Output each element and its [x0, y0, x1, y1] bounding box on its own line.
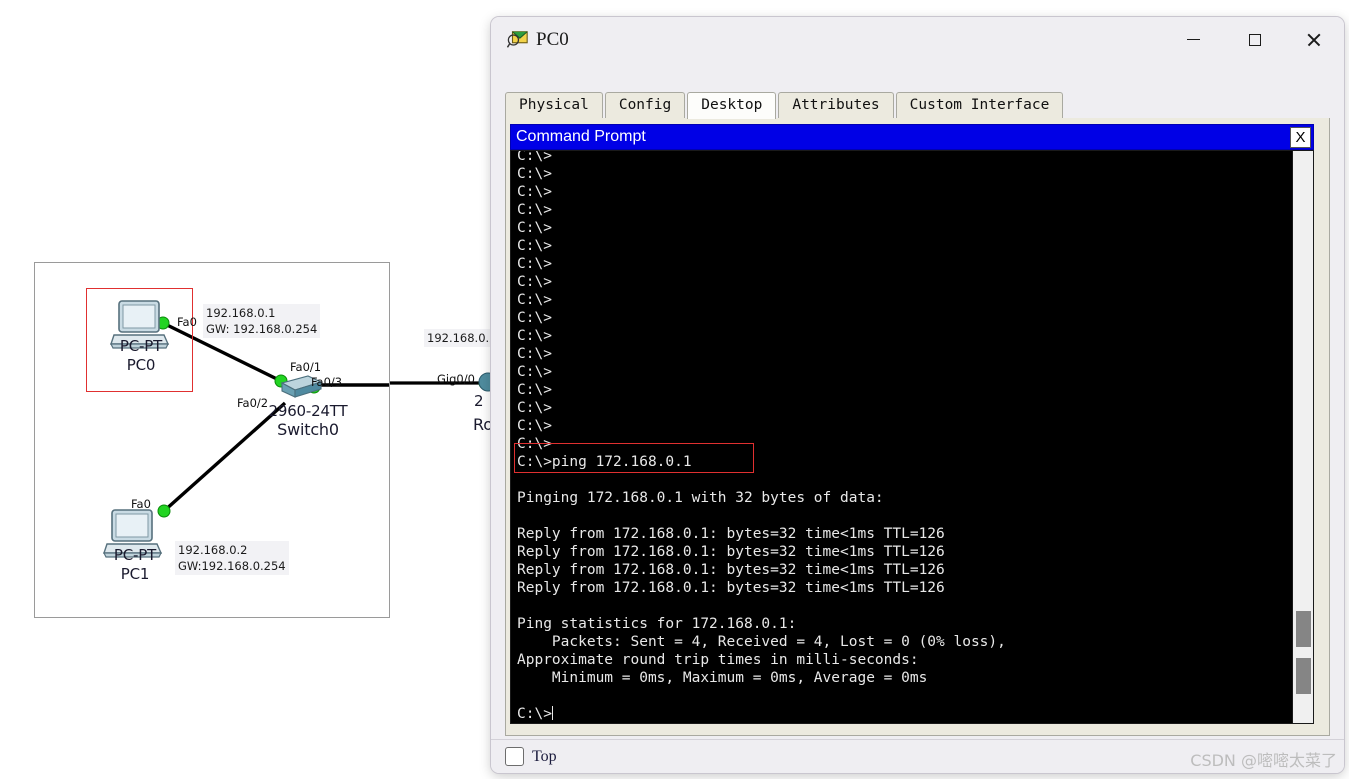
terminal-line: Reply from 172.168.0.1: bytes=32 time<1m… — [517, 562, 945, 578]
minimize-icon — [1186, 38, 1200, 41]
terminal-area[interactable]: C:\> C:\> C:\> C:\> C:\> C:\> C:\> C:\> C:\> C:\>… — [510, 150, 1314, 724]
tab-physical[interactable]: Physical — [505, 92, 603, 118]
terminal-output: C:\> C:\> C:\> C:\> C:\> C:\> C:\> C:\> C:\> C:\>… — [517, 150, 1287, 723]
tab-config[interactable]: Config — [604, 92, 686, 118]
terminal-line: C:\> — [517, 184, 552, 200]
terminal-line: C:\> — [517, 436, 552, 452]
terminal-line: C:\> — [517, 292, 552, 308]
tab-custom-interface-label: Custom Interface — [909, 97, 1050, 113]
minimize-button[interactable] — [1170, 17, 1216, 62]
tab-config-label: Config — [618, 97, 672, 113]
terminal-line: C:\> — [517, 364, 552, 380]
switch0-port-fa03-label: Fa0/3 — [311, 375, 343, 389]
terminal-line: C:\> — [517, 238, 552, 254]
terminal-line: Minimum = 0ms, Maximum = 0ms, Average = … — [517, 670, 928, 686]
topology-frame[interactable]: Fa0 PC-PT PC0 192.168.0.1 GW: 192.168.0.… — [34, 262, 390, 618]
scrollbar-thumb-lower[interactable] — [1296, 658, 1311, 694]
scrollbar-thumb-upper[interactable] — [1296, 611, 1311, 647]
terminal-caret — [551, 706, 553, 720]
close-button[interactable] — [1290, 17, 1336, 62]
terminal-line: C:\> — [517, 220, 552, 236]
terminal-line: C:\> — [517, 400, 552, 416]
csdn-watermark: CSDN @嘧嘧太菜了 — [1190, 751, 1337, 770]
pc1-ip-value: 192.168.0.2 — [178, 543, 248, 557]
screen: 192.168.0.2 Gig0/0 2 Ro Fa0 PC-PT PC0 19… — [0, 0, 1349, 779]
terminal-line: C:\> — [517, 382, 552, 398]
terminal-line: Reply from 172.168.0.1: bytes=32 time<1m… — [517, 526, 945, 542]
router-ip-label: 192.168.0.2 — [424, 329, 500, 347]
tab-desktop[interactable]: Desktop — [687, 92, 777, 119]
pc1-gateway-value: GW:192.168.0.254 — [178, 559, 286, 573]
switch0-model-label: 2960-24TT — [268, 402, 348, 420]
pc0-ip-value: 192.168.0.1 — [206, 306, 276, 320]
terminal-line: Packets: Sent = 4, Received = 4, Lost = … — [517, 634, 1006, 650]
pc1-port-label: Fa0 — [131, 497, 151, 511]
tab-physical-label: Physical — [519, 97, 589, 113]
window-title: PC0 — [536, 29, 569, 50]
top-checkbox[interactable] — [505, 747, 524, 766]
window-titlebar[interactable]: PC0 — [491, 17, 1344, 62]
tab-attributes-label: Attributes — [792, 97, 880, 113]
command-prompt-window: Command Prompt X C:\> C:\> C:\> C:\> C:\> C:\… — [510, 124, 1314, 724]
terminal-line: Reply from 172.168.0.1: bytes=32 time<1m… — [517, 580, 945, 596]
terminal-line: C:\> — [517, 706, 553, 722]
tab-custom-interface[interactable]: Custom Interface — [895, 92, 1064, 118]
tab-strip: Physical Config Desktop Attributes Custo… — [505, 92, 1330, 119]
pc0-window: PC0 Physical Config Desktop Attributes C… — [491, 17, 1344, 773]
top-checkbox-label: Top — [532, 748, 557, 765]
maximize-button[interactable] — [1232, 17, 1278, 62]
terminal-line: C:\> — [517, 166, 552, 182]
pc0-port-label: Fa0 — [177, 315, 197, 329]
terminal-line: C:\> — [517, 202, 552, 218]
pc1-model-label: PC-PT — [113, 546, 157, 564]
magnifier-envelope-icon — [507, 31, 528, 48]
router-name-label: Ro — [473, 415, 493, 434]
pc0-ip-label: 192.168.0.1 GW: 192.168.0.254 — [203, 304, 321, 338]
tab-desktop-label: Desktop — [701, 97, 763, 113]
pc0-name-label: PC0 — [126, 356, 156, 374]
terminal-line: C:\> — [517, 418, 552, 434]
command-prompt-titlebar[interactable]: Command Prompt X — [510, 124, 1314, 150]
close-icon — [1306, 32, 1321, 47]
desktop-content-panel: Command Prompt X C:\> C:\> C:\> C:\> C:\> C:\… — [505, 118, 1330, 736]
router-model-label: 2 — [474, 392, 484, 410]
terminal-line: C:\> — [517, 310, 552, 326]
command-prompt-close-button[interactable]: X — [1290, 127, 1311, 148]
switch0-name-label: Switch0 — [277, 420, 339, 439]
terminal-line: C:\> — [517, 346, 552, 362]
terminal-line: C:\> — [517, 328, 552, 344]
terminal-line: C:\>ping 172.168.0.1 — [517, 454, 692, 470]
terminal-scrollbar[interactable] — [1292, 151, 1313, 723]
terminal-line: Pinging 172.168.0.1 with 32 bytes of dat… — [517, 490, 884, 506]
terminal-line: C:\> — [517, 274, 552, 290]
tab-attributes[interactable]: Attributes — [778, 92, 894, 118]
router-port-label: Gig0/0 — [437, 372, 475, 386]
pc1-name-label: PC1 — [120, 565, 150, 583]
terminal-line: Ping statistics for 172.168.0.1: — [517, 616, 797, 632]
terminal-line: Reply from 172.168.0.1: bytes=32 time<1m… — [517, 544, 945, 560]
maximize-icon — [1249, 33, 1261, 46]
pc1-ip-label: 192.168.0.2 GW:192.168.0.254 — [175, 541, 289, 575]
terminal-line: C:\> — [517, 150, 552, 164]
pc0-model-label: PC-PT — [119, 337, 163, 355]
command-prompt-title: Command Prompt — [516, 128, 646, 145]
pc0-gateway-value: GW: 192.168.0.254 — [206, 322, 318, 336]
switch0-port-fa01-label: Fa0/1 — [290, 360, 322, 374]
terminal-line: Approximate round trip times in milli-se… — [517, 652, 919, 668]
terminal-line: C:\> — [517, 256, 552, 272]
